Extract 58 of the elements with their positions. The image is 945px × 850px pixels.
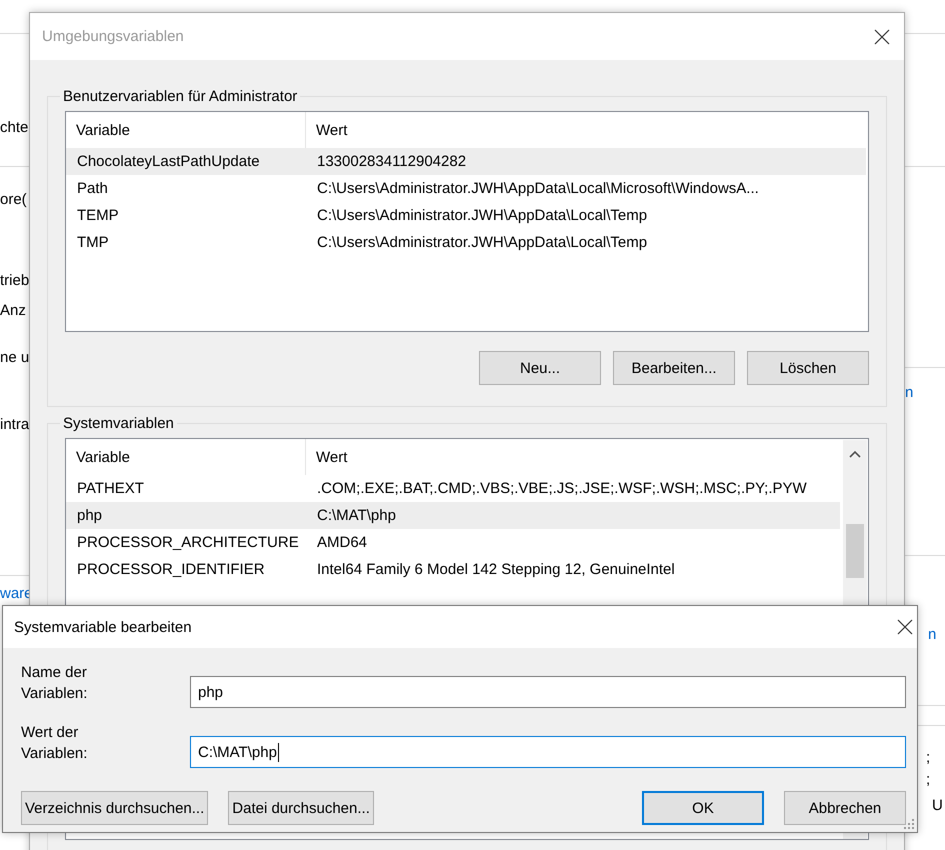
dialog-button[interactable]: Löschen: [747, 351, 869, 385]
list-row[interactable]: PATHEXT .COM;.EXE;.BAT;.CMD;.VBS;.VBE;.JS;.JSE;.WSF;.WSH;.MSC;.PY;.PYW: [66, 475, 840, 502]
input-field[interactable]: C:\MAT\php: [190, 736, 906, 768]
variable-name: TMP: [76, 234, 110, 251]
text-fragment: U: [932, 796, 943, 816]
dialog-button[interactable]: Verzeichnis durchsuchen...: [21, 791, 208, 825]
group-title: Systemvariablen: [62, 415, 175, 432]
variable-name: ChocolateyLastPathUpdate: [76, 153, 261, 170]
scrollbar-thumb[interactable]: [846, 524, 864, 578]
column-header[interactable]: Wert: [306, 439, 840, 475]
variable-value: .COM;.EXE;.BAT;.CMD;.VBS;.VBE;.JS;.JSE;.WSF;.WSH;.MSC;.PY;.PYW: [316, 480, 808, 497]
resize-grip-icon[interactable]: [903, 818, 915, 830]
column-header[interactable]: Wert: [306, 112, 866, 148]
variable-name: PATHEXT: [76, 480, 145, 497]
list-row[interactable]: PROCESSOR_ARCHITECTURE AMD64: [66, 529, 840, 556]
text-fragment: intra: [0, 415, 30, 435]
column-header[interactable]: Variable: [66, 439, 306, 475]
text-fragment: ore(: [0, 190, 27, 210]
window-title: Systemvariable bearbeiten: [14, 618, 192, 636]
list-row[interactable]: php C:\MAT\php: [66, 502, 840, 529]
variable-value: AMD64: [316, 534, 368, 551]
list-row[interactable]: Path C:\Users\Administrator.JWH\AppData\Local\Microsoft\WindowsA...: [66, 175, 866, 202]
variable-value: C:\Users\Administrator.JWH\AppData\Local\Temp: [316, 207, 648, 224]
text-fragment: trieb: [0, 271, 30, 291]
variable-value: Intel64 Family 6 Model 142 Stepping 12, GenuineIntel: [316, 561, 676, 578]
link-fragment[interactable]: n: [905, 383, 914, 403]
variable-value: 133002834112904282: [316, 153, 468, 170]
text-fragment: Anz: [0, 301, 26, 321]
dialog-button[interactable]: Datei durchsuchen...: [228, 791, 374, 825]
variable-name: PROCESSOR_ARCHITECTURE: [76, 534, 300, 551]
variable-name: TEMP: [76, 207, 120, 224]
list-row[interactable]: TMP C:\Users\Administrator.JWH\AppData\Local\Temp: [66, 229, 866, 256]
dialog-button[interactable]: Abbrechen: [784, 791, 906, 825]
variable-name: Path: [76, 180, 109, 197]
field-label: Name der Variablen:: [21, 663, 88, 704]
variable-name: php: [76, 507, 104, 524]
close-icon[interactable]: [874, 28, 890, 44]
text-fragment: chte: [0, 118, 28, 138]
text-fragment: ;: [926, 770, 930, 790]
text-fragment: ne u: [0, 348, 30, 368]
text-fragment: ;: [926, 748, 930, 768]
variable-value: C:\MAT\php: [316, 507, 397, 524]
field-label: Wert der Variablen:: [21, 723, 88, 764]
close-icon[interactable]: [897, 619, 913, 635]
variable-name: PROCESSOR_IDENTIFIER: [76, 561, 266, 578]
list-row[interactable]: ChocolateyLastPathUpdate 133002834112904282: [66, 148, 866, 175]
dialog-button[interactable]: Neu...: [479, 351, 601, 385]
chevron-up-icon[interactable]: [849, 450, 861, 458]
dialog-button[interactable]: OK: [642, 791, 764, 825]
list-row[interactable]: TEMP C:\Users\Administrator.JWH\AppData\Local\Temp: [66, 202, 866, 229]
group-title: Benutzervariablen für Administrator: [62, 88, 298, 105]
window-title: Umgebungsvariablen: [42, 28, 184, 45]
input-field[interactable]: php: [190, 676, 906, 708]
link-fragment[interactable]: n: [928, 625, 936, 645]
variable-value: C:\Users\Administrator.JWH\AppData\Local\Temp: [316, 234, 648, 251]
dialog-button[interactable]: Bearbeiten...: [613, 351, 735, 385]
variable-value: C:\Users\Administrator.JWH\AppData\Local\Microsoft\WindowsA...: [316, 180, 760, 197]
list-row[interactable]: PROCESSOR_IDENTIFIER Intel64 Family 6 Model 142 Stepping 12, GenuineIntel: [66, 556, 840, 583]
